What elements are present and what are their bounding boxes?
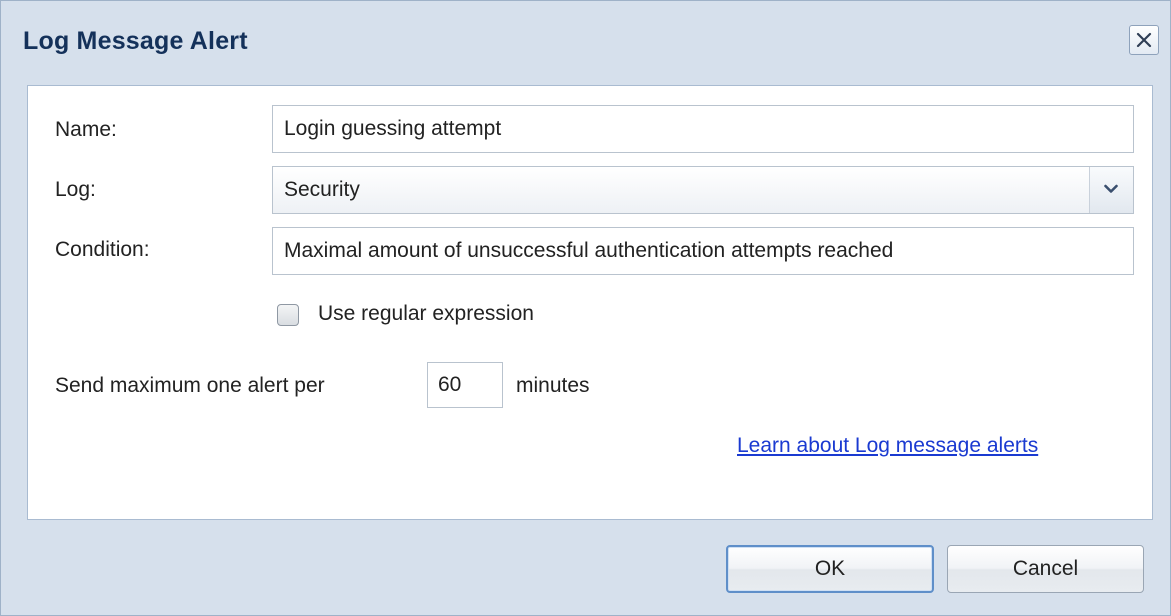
cancel-button[interactable]: Cancel [947, 545, 1144, 593]
log-select[interactable]: Security [272, 166, 1134, 214]
log-label: Log: [55, 178, 96, 201]
log-message-alert-dialog: Log Message Alert Name: Login guessing a… [0, 0, 1171, 616]
form-panel: Name: Login guessing attempt Log: Securi… [27, 85, 1153, 520]
regex-checkbox[interactable] [277, 304, 299, 326]
learn-more-link[interactable]: Learn about Log message alerts [737, 434, 1038, 458]
regex-label[interactable]: Use regular expression [318, 302, 534, 326]
close-icon [1136, 32, 1152, 48]
dialog-title: Log Message Alert [23, 27, 248, 55]
log-dropdown-button[interactable] [1089, 167, 1133, 213]
close-button[interactable] [1129, 25, 1159, 55]
name-label: Name: [55, 118, 117, 141]
ok-button[interactable]: OK [726, 545, 934, 593]
interval-input[interactable]: 60 [427, 362, 503, 408]
send-max-label: Send maximum one alert per [55, 374, 325, 397]
name-field[interactable]: Login guessing attempt [272, 105, 1134, 153]
dialog-titlebar[interactable]: Log Message Alert [1, 1, 1170, 85]
chevron-down-icon [1104, 184, 1118, 193]
condition-label: Condition: [55, 238, 150, 261]
log-select-value: Security [284, 178, 360, 201]
minutes-label: minutes [516, 374, 590, 397]
condition-field[interactable]: Maximal amount of unsuccessful authentic… [272, 227, 1134, 275]
